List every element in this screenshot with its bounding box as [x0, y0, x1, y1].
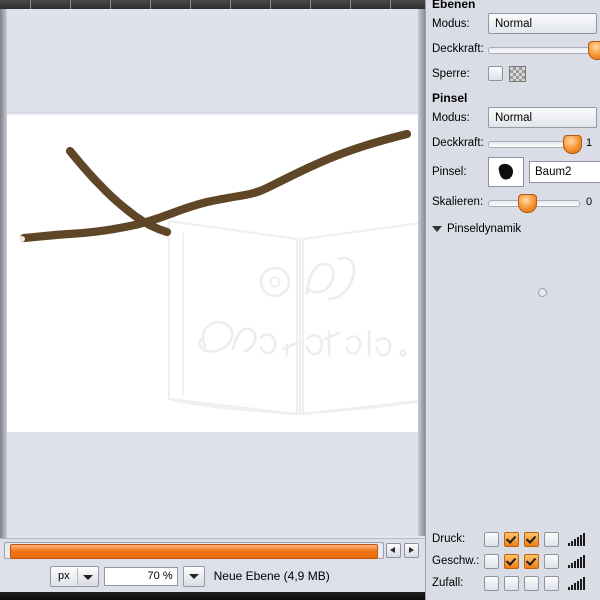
druck-farbe-checkbox[interactable]	[544, 531, 559, 547]
dynamics-row-label: Druck:	[432, 533, 466, 545]
brush-name-field[interactable]: Baum2	[529, 161, 600, 183]
lock-pixels-checkbox[interactable]	[488, 66, 503, 81]
druck-groesse-checkbox[interactable]	[524, 531, 539, 547]
geschw-farbe-checkbox[interactable]	[544, 553, 559, 569]
brush-mode-label: Modus:	[432, 111, 470, 124]
layer-mode-dropdown[interactable]: Normal	[488, 13, 597, 34]
brush-panel-title: Pinsel	[432, 91, 468, 105]
layer-mode-label: Modus:	[432, 17, 470, 30]
brush-opacity-slider[interactable]	[488, 134, 582, 154]
layer-lock-label: Sperre:	[432, 67, 470, 80]
dynamics-row-druck: Druck:	[426, 528, 600, 550]
layer-lock-row: Sperre:	[426, 61, 600, 86]
dynamics-row-zufall: Zufall:	[426, 572, 600, 594]
geschw-deckkraft-checkbox[interactable]	[484, 553, 499, 569]
dynamics-curve-icon[interactable]	[568, 554, 585, 568]
zufall-groesse-checkbox[interactable]	[524, 575, 539, 591]
vertical-scrollbar[interactable]	[418, 9, 425, 536]
branch-drawing	[19, 129, 412, 243]
scroll-right-icon[interactable]	[404, 543, 419, 558]
druck-deckkraft-checkbox[interactable]	[484, 531, 499, 547]
layer-opacity-slider[interactable]	[488, 40, 600, 60]
druck-haerte-checkbox[interactable]	[504, 531, 519, 547]
lock-alpha-icon[interactable]	[509, 65, 526, 82]
zufall-farbe-checkbox[interactable]	[544, 575, 559, 591]
zoom-chevron-down-icon[interactable]	[182, 565, 205, 587]
canvas-area[interactable]	[7, 9, 418, 536]
status-bar: px 70 % Neue Ebene (4,9 MB)	[0, 560, 475, 592]
horizontal-scrollbar-track[interactable]	[4, 542, 384, 559]
vertical-ruler[interactable]	[0, 9, 7, 539]
brush-opacity-label: Deckkraft:	[432, 136, 484, 149]
dynamics-curve-icon[interactable]	[568, 532, 585, 546]
chevron-down-icon	[432, 226, 442, 232]
dynamics-title: Pinseldynamik	[447, 223, 522, 235]
horizontal-ruler[interactable]	[0, 0, 425, 9]
dynamics-row-geschw: Geschw.:	[426, 550, 600, 572]
zoom-input[interactable]: 70 %	[103, 566, 178, 586]
dynamics-grid: Druck: Geschw.: Zufall:	[426, 528, 600, 594]
unit-label: px	[58, 570, 70, 582]
brush-scale-slider[interactable]	[488, 193, 580, 213]
layer-opacity-label: Deckkraft:	[432, 42, 484, 55]
unit-combo[interactable]: px	[50, 565, 99, 587]
status-text: Neue Ebene (4,9 MB)	[213, 569, 330, 583]
scroll-left-icon[interactable]	[386, 543, 401, 558]
dock-resize-grip[interactable]	[538, 288, 547, 297]
brush-select-label: Pinsel:	[432, 166, 467, 178]
brush-select-row: Pinsel: Baum2	[426, 155, 600, 189]
dynamics-row-label: Geschw.:	[432, 555, 480, 567]
horizontal-scrollbar-thumb[interactable]	[10, 544, 378, 559]
brush-opacity-value: 1	[586, 136, 593, 149]
brush-scale-row: Skalieren: 0	[426, 189, 600, 214]
brush-mode-dropdown[interactable]: Normal	[488, 107, 597, 128]
geschw-groesse-checkbox[interactable]	[524, 553, 539, 569]
horizontal-scrollbar-row	[0, 538, 425, 561]
brush-scale-value: 0	[586, 195, 593, 208]
brush-mode-row: Modus: Normal	[426, 105, 600, 130]
geschw-haerte-checkbox[interactable]	[504, 553, 519, 569]
gimp-window: px 70 % Neue Ebene (4,9 MB) Ebenen Modus…	[0, 0, 600, 600]
brush-scale-label: Skalieren:	[432, 195, 484, 208]
dynamics-curve-icon[interactable]	[568, 576, 585, 590]
layer-mode-row: Modus: Normal	[426, 11, 600, 36]
dock-panel: Ebenen Modus: Normal Deckkraft: Sperre:	[425, 0, 600, 600]
brush-opacity-row: Deckkraft: 1	[426, 130, 600, 155]
zufall-deckkraft-checkbox[interactable]	[484, 575, 499, 591]
chevron-down-icon[interactable]	[76, 567, 98, 585]
zufall-haerte-checkbox[interactable]	[504, 575, 519, 591]
layers-panel-title: Ebenen	[432, 0, 476, 11]
dynamics-row-label: Zufall:	[432, 577, 464, 589]
brush-preview[interactable]	[488, 157, 524, 187]
window-bottom-edge	[0, 592, 425, 600]
layer-opacity-row: Deckkraft:	[426, 36, 600, 61]
image-window: px 70 % Neue Ebene (4,9 MB)	[0, 0, 475, 600]
dynamics-expander[interactable]: Pinseldynamik	[426, 218, 600, 240]
